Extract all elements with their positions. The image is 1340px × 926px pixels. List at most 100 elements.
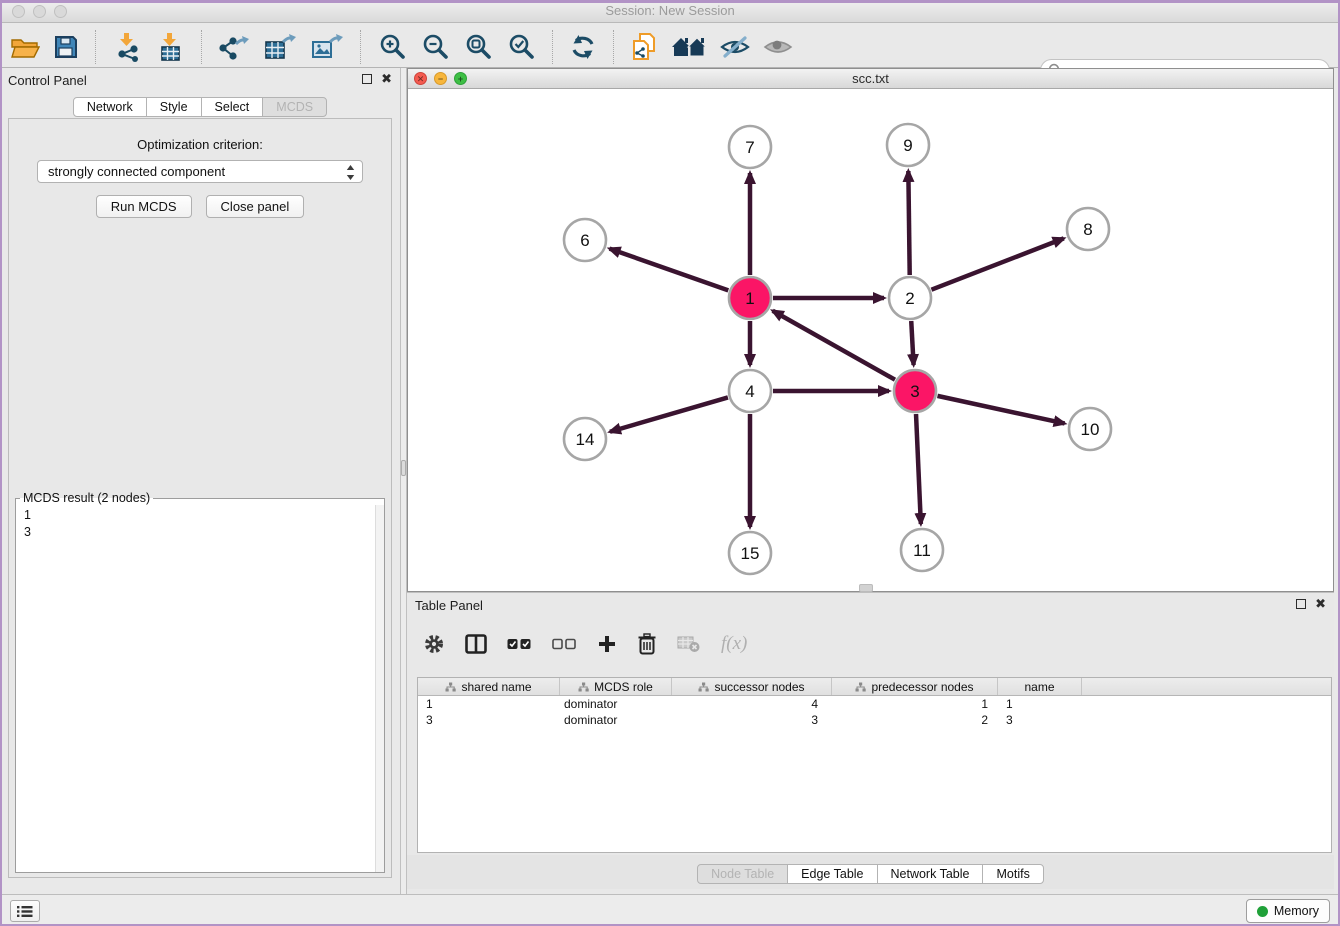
column-header-successor-nodes[interactable]: successor nodes	[672, 678, 832, 695]
node-1[interactable]: 1	[729, 277, 771, 319]
table-tab-network-table[interactable]: Network Table	[877, 864, 984, 884]
save-session-icon[interactable]	[53, 34, 79, 60]
table-tab-node-table[interactable]: Node Table	[697, 864, 788, 884]
toolbar-separator	[360, 30, 361, 64]
mcds-panel: Optimization criterion: strongly connect…	[8, 118, 392, 878]
table-cell: 3	[418, 712, 560, 728]
zoom-window-button[interactable]	[54, 5, 67, 18]
float-panel-icon[interactable]	[362, 74, 372, 84]
zoom-selected-icon[interactable]	[506, 32, 536, 62]
export-table-icon[interactable]	[263, 32, 297, 62]
delete-table-icon	[677, 635, 701, 653]
tab-network[interactable]: Network	[73, 97, 147, 117]
node-label: 3	[910, 382, 919, 401]
result-line: 3	[24, 524, 376, 541]
open-session-icon[interactable]	[10, 34, 40, 60]
add-column-icon[interactable]	[597, 634, 617, 654]
tab-select[interactable]: Select	[201, 97, 264, 117]
copy-network-view-icon[interactable]	[630, 32, 658, 62]
optimization-criterion-label: Optimization criterion:	[9, 137, 391, 152]
optimization-criterion-select[interactable]: strongly connected component	[37, 160, 363, 183]
minimize-window-button[interactable]	[33, 5, 46, 18]
network-view-window: ✕ − + scc.txt 7 9 6 8 1 2 4 3 14 10 15 11	[407, 68, 1334, 592]
table-cell: dominator	[560, 696, 672, 712]
node-label: 7	[745, 138, 754, 157]
edge-2-9[interactable]	[908, 171, 909, 275]
panel-splitter-vertical[interactable]	[400, 68, 407, 894]
toolbar-separator	[201, 30, 202, 64]
node-7[interactable]: 7	[729, 126, 771, 168]
network-zoom-button[interactable]: +	[454, 72, 467, 85]
zoom-fit-icon[interactable]	[463, 32, 493, 62]
node-table: shared nameMCDS rolesuccessor nodesprede…	[417, 677, 1332, 853]
edge-3-10[interactable]	[937, 396, 1064, 424]
node-label: 6	[580, 231, 589, 250]
node-9[interactable]: 9	[887, 124, 929, 166]
column-header-name[interactable]: name	[998, 678, 1082, 695]
column-header-mcds-role[interactable]: MCDS role	[560, 678, 672, 695]
panel-splitter-horizontal-grip[interactable]	[859, 584, 873, 592]
close-panel-button[interactable]: Close panel	[206, 195, 305, 218]
import-network-icon[interactable]	[112, 32, 142, 62]
mcds-result-lines: 13	[16, 505, 384, 543]
export-network-icon[interactable]	[218, 32, 250, 62]
network-canvas[interactable]: 7 9 6 8 1 2 4 3 14 10 15 11	[408, 89, 1333, 591]
result-scrollbar[interactable]	[375, 505, 384, 872]
tab-mcds[interactable]: MCDS	[262, 97, 327, 117]
table-header-row: shared nameMCDS rolesuccessor nodesprede…	[418, 678, 1331, 696]
float-table-panel-icon[interactable]	[1296, 599, 1306, 609]
table-settings-icon[interactable]	[423, 633, 445, 655]
edge-1-6[interactable]	[610, 249, 729, 291]
node-4[interactable]: 4	[729, 370, 771, 412]
toggle-column-pane-icon[interactable]	[465, 634, 487, 654]
node-label: 1	[745, 289, 754, 308]
node-10[interactable]: 10	[1069, 408, 1111, 450]
table-row[interactable]: 1dominator411	[418, 696, 1331, 712]
show-all-networks-icon[interactable]	[671, 34, 707, 60]
close-window-button[interactable]	[12, 5, 25, 18]
network-window-titlebar[interactable]: ✕ − + scc.txt	[408, 69, 1333, 89]
network-close-button[interactable]: ✕	[414, 72, 427, 85]
zoom-in-icon[interactable]	[377, 32, 407, 62]
column-header-predecessor-nodes[interactable]: predecessor nodes	[832, 678, 998, 695]
import-table-icon[interactable]	[155, 32, 185, 62]
network-minimize-button[interactable]: −	[434, 72, 447, 85]
status-bar: Memory	[0, 894, 1340, 926]
main-toolbar	[0, 26, 1340, 68]
node-15[interactable]: 15	[729, 532, 771, 574]
node-label: 9	[903, 136, 912, 155]
node-6[interactable]: 6	[564, 219, 606, 261]
table-row[interactable]: 3dominator323	[418, 712, 1331, 728]
table-body: 1dominator4113dominator323	[418, 696, 1331, 728]
edge-3-11[interactable]	[916, 414, 921, 524]
memory-button[interactable]: Memory	[1246, 899, 1330, 923]
edge-2-8[interactable]	[931, 238, 1063, 289]
run-mcds-button[interactable]: Run MCDS	[96, 195, 192, 218]
zoom-out-icon[interactable]	[420, 32, 450, 62]
refresh-view-icon[interactable]	[569, 34, 597, 60]
column-header-shared-name[interactable]: shared name	[418, 678, 560, 695]
node-8[interactable]: 8	[1067, 208, 1109, 250]
close-panel-icon[interactable]: ✖	[381, 74, 392, 84]
node-11[interactable]: 11	[901, 529, 943, 571]
deselect-all-rows-icon[interactable]	[552, 638, 577, 650]
show-hidden-icon[interactable]	[763, 35, 793, 59]
edge-2-3[interactable]	[911, 321, 913, 365]
table-tab-motifs[interactable]: Motifs	[982, 864, 1043, 884]
node-2[interactable]: 2	[889, 277, 931, 319]
hide-selected-icon[interactable]	[720, 35, 750, 59]
tab-style[interactable]: Style	[146, 97, 202, 117]
node-3[interactable]: 3	[894, 370, 936, 412]
export-image-icon[interactable]	[310, 32, 344, 62]
table-tab-edge-table[interactable]: Edge Table	[787, 864, 877, 884]
task-history-button[interactable]	[10, 900, 40, 922]
mcds-result-legend: MCDS result (2 nodes)	[20, 491, 153, 505]
splitter-grip[interactable]	[401, 460, 406, 476]
edge-3-1[interactable]	[773, 311, 895, 380]
delete-column-icon[interactable]	[637, 633, 657, 655]
select-all-rows-icon[interactable]	[507, 638, 532, 650]
select-stepper-icon	[346, 165, 355, 180]
edge-4-14[interactable]	[610, 397, 728, 431]
close-table-panel-icon[interactable]: ✖	[1315, 599, 1326, 609]
node-14[interactable]: 14	[564, 418, 606, 460]
